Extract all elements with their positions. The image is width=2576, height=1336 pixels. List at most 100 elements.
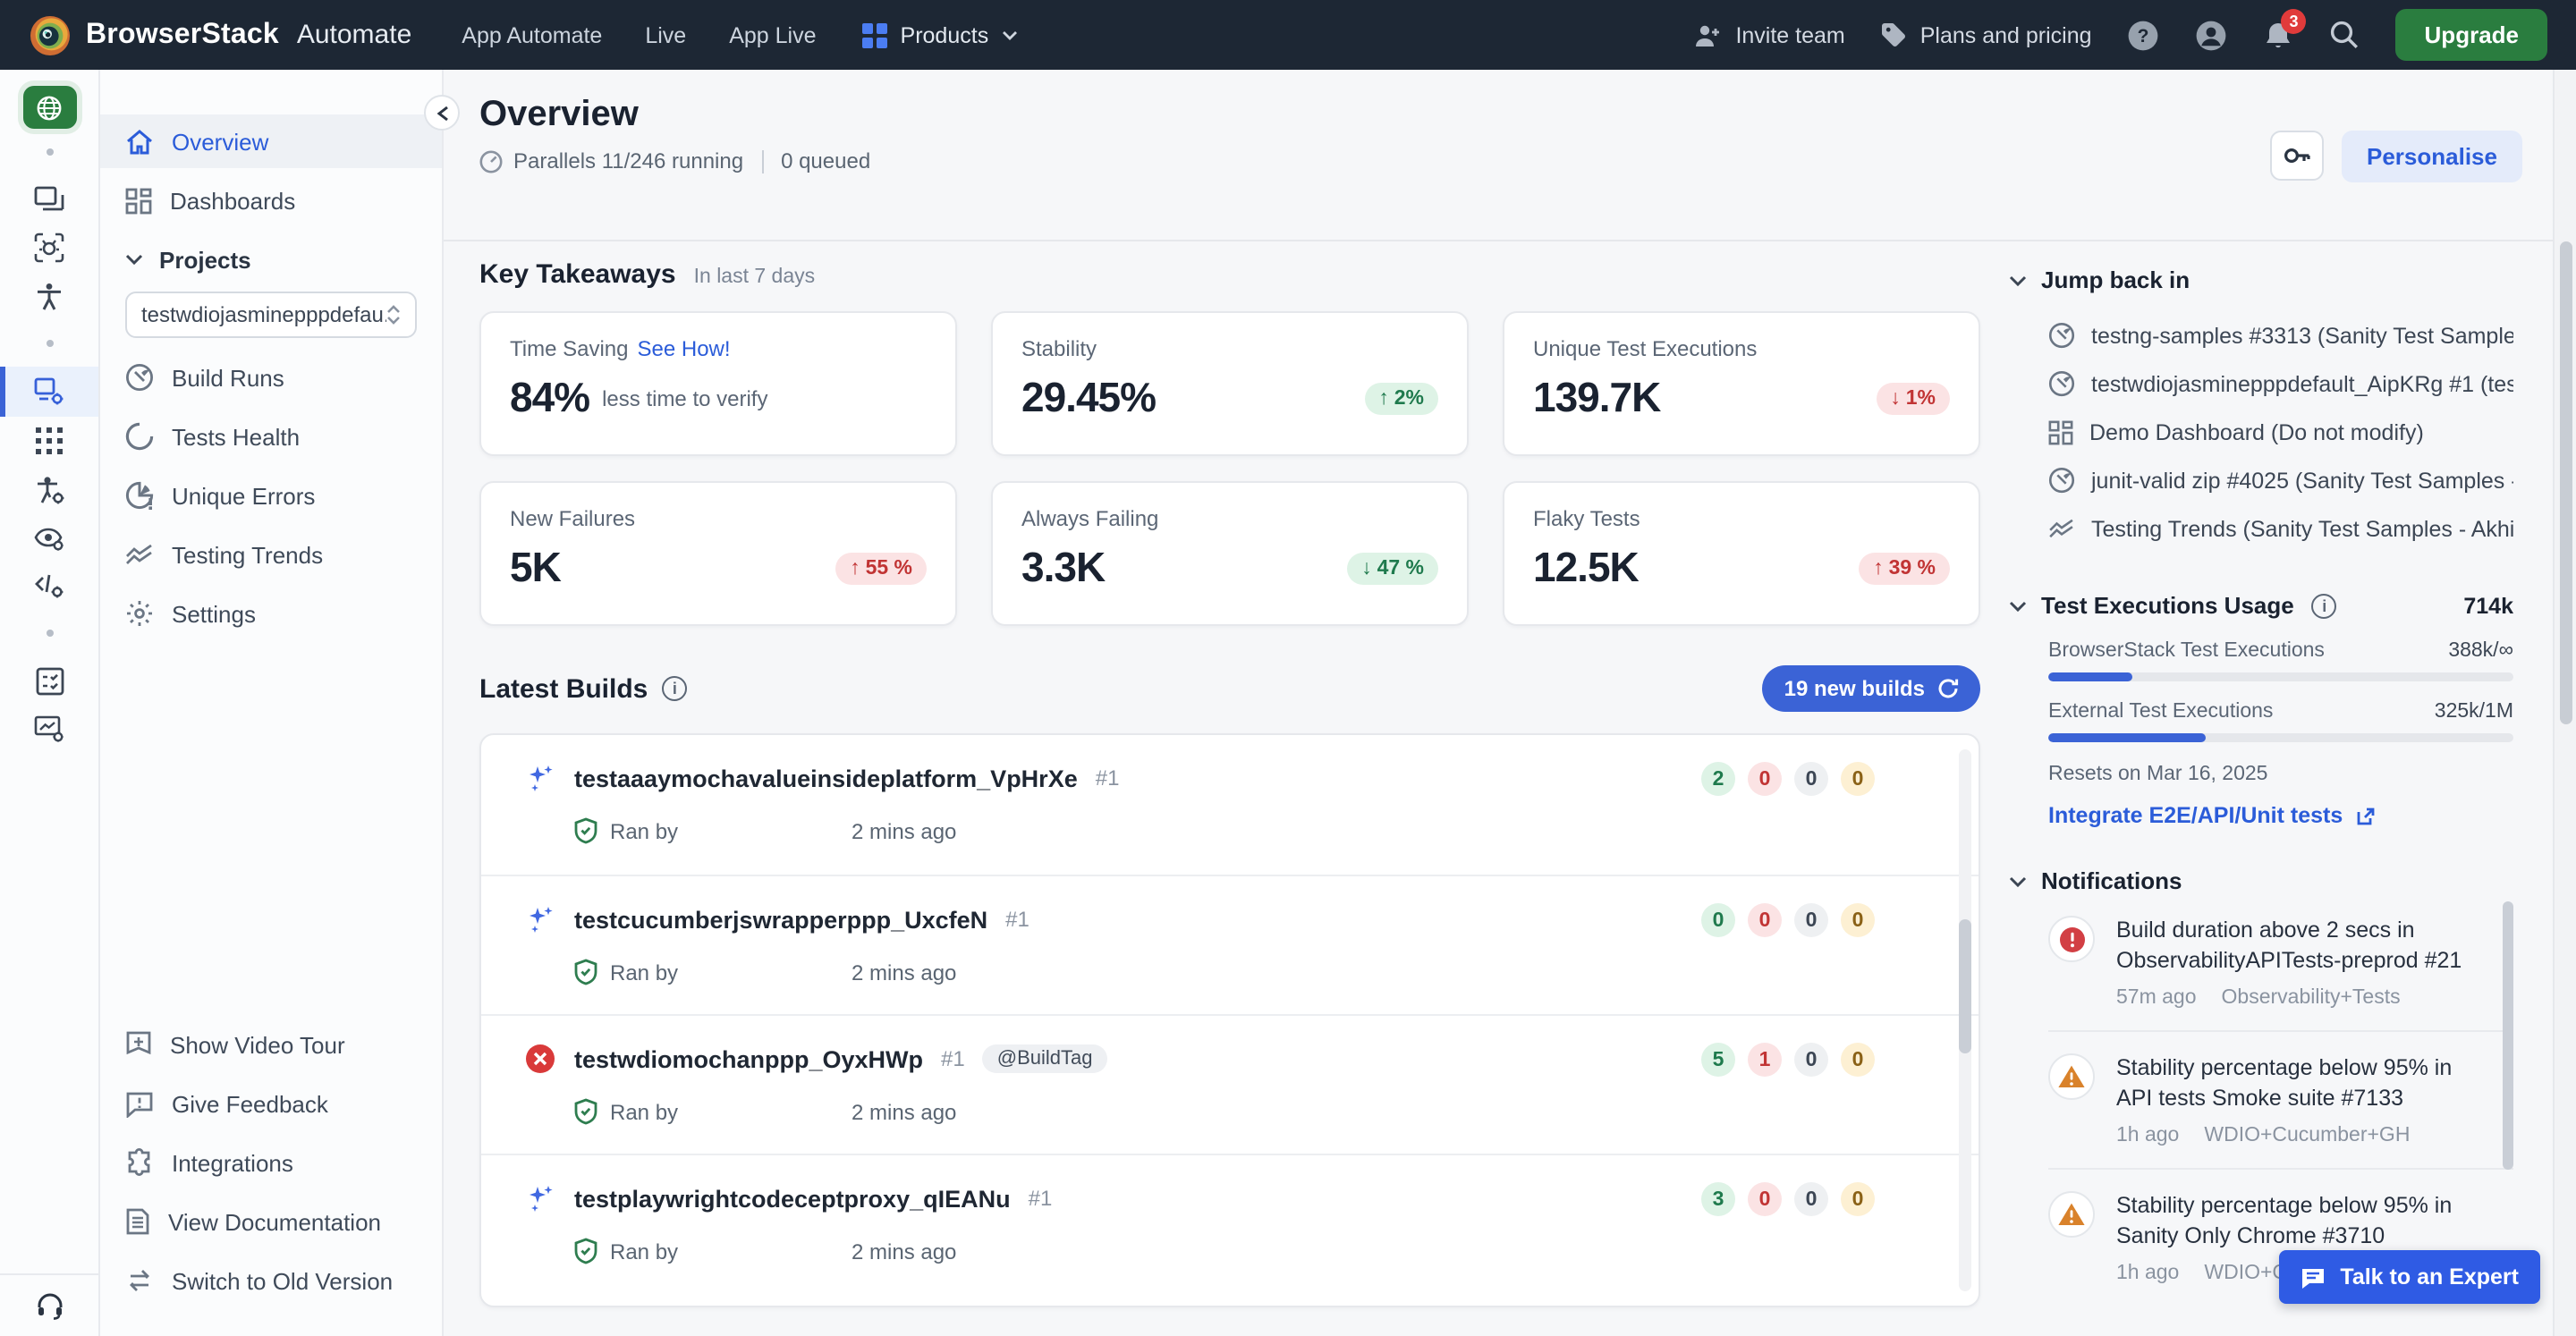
select-chevrons-icon	[386, 304, 401, 326]
notification-title[interactable]: Build duration above 2 secs in Observabi…	[2116, 916, 2488, 977]
notifications-header[interactable]: Notifications	[2009, 867, 2513, 894]
personalise-button[interactable]: Personalise	[2342, 131, 2522, 182]
grid-apps-icon[interactable]	[0, 417, 98, 465]
parallels-text: Parallels 11/246 running	[513, 148, 743, 173]
sidebar-item-show-video-tour[interactable]: Show Video Tour	[100, 1018, 442, 1071]
build-number: #1	[1005, 907, 1030, 932]
globe-icon[interactable]	[22, 86, 76, 129]
rail-separator-dot	[46, 340, 53, 347]
upgrade-button[interactable]: Upgrade	[2396, 9, 2547, 61]
nav-links: App Automate Live App Live	[462, 22, 816, 47]
nav-link-app-live[interactable]: App Live	[729, 22, 816, 47]
plans-pricing-button[interactable]: Plans and pricing	[1881, 21, 2092, 48]
products-menu[interactable]: Products	[863, 22, 1018, 47]
page-scrollbar	[2553, 70, 2576, 1336]
notification-item[interactable]: Build duration above 2 secs in Observabi…	[2048, 894, 2513, 1030]
nav-link-live[interactable]: Live	[645, 22, 686, 47]
info-icon[interactable]: i	[662, 676, 687, 701]
sidebar-item-build-runs[interactable]: Build Runs	[100, 351, 442, 404]
sidebar-item-unique-errors[interactable]: Unique Errors	[100, 469, 442, 522]
eye-settings-icon[interactable]	[0, 513, 98, 562]
notifications-scrollbar	[2503, 901, 2513, 1288]
help-button[interactable]: ?	[2128, 19, 2160, 51]
usage-header[interactable]: Test Executions Usage i 714k	[2009, 592, 2513, 619]
card-value: 12.5K	[1533, 544, 1639, 592]
new-builds-button[interactable]: 19 new builds	[1763, 665, 1980, 712]
arrow-up-icon: ↑	[850, 557, 860, 579]
sidebar-item-give-feedback[interactable]: Give Feedback	[100, 1077, 442, 1130]
usage-title: Test Executions Usage	[2041, 592, 2294, 619]
chevron-down-icon	[1001, 30, 1017, 40]
jump-item[interactable]: junit-valid zip #4025 (Sanity Test Sampl…	[2048, 456, 2513, 504]
jump-item[interactable]: testng-samples #3313 (Sanity Test Sample…	[2048, 311, 2513, 359]
headset-icon[interactable]	[0, 1275, 98, 1336]
device-settings-icon[interactable]	[0, 367, 98, 417]
build-row[interactable]: testwdiomochanppp_OyxHWp #1 @BuildTag 5 …	[481, 1014, 1979, 1154]
checklist-icon[interactable]	[0, 656, 98, 705]
jump-item[interactable]: Demo Dashboard (Do not modify)	[2048, 408, 2513, 456]
build-name[interactable]: testwdiomochanppp_OyxHWp	[574, 1045, 923, 1072]
plans-pricing-label: Plans and pricing	[1920, 22, 2092, 47]
ran-by-label: Ran by	[610, 1099, 678, 1124]
sidebar-item-label: Testing Trends	[172, 541, 323, 568]
build-name[interactable]: testplaywrightcodeceptproxy_qIEANu	[574, 1185, 1011, 1212]
sidebar-item-label: Give Feedback	[172, 1090, 328, 1117]
sidebar-item-overview[interactable]: Overview	[100, 114, 442, 168]
project-selector[interactable]: testwdiojasminepppdefau...	[125, 292, 417, 338]
build-name[interactable]: testaaaymochavalueinsideplatform_VpHrXe	[574, 765, 1078, 791]
usage-row-label: External Test Executions	[2048, 701, 2273, 723]
sidebar-item-label: Switch to Old Version	[172, 1267, 393, 1294]
search-button[interactable]	[2330, 20, 2360, 50]
invite-team-button[interactable]: Invite team	[1694, 22, 1844, 47]
brand[interactable]: BrowserStack Automate	[29, 13, 411, 56]
nav-link-app-automate[interactable]: App Automate	[462, 22, 602, 47]
passed-count: 0	[1701, 903, 1735, 937]
talk-to-expert-button[interactable]: Talk to an Expert	[2279, 1250, 2540, 1304]
bug-scan-icon[interactable]	[0, 224, 98, 272]
account-avatar[interactable]	[2196, 19, 2228, 51]
build-number: #1	[1029, 1186, 1053, 1211]
sidebar-item-settings[interactable]: Settings	[100, 587, 442, 640]
shield-check-icon	[574, 1098, 597, 1125]
sidebar-item-switch-old-version[interactable]: Switch to Old Version	[100, 1254, 442, 1307]
notifications-bell-button[interactable]: 3	[2264, 19, 2294, 51]
card-note: less time to verify	[602, 385, 767, 410]
build-counts: 5 1 0 0	[1701, 1043, 1875, 1077]
delta-badge-down: ↓47 %	[1347, 552, 1438, 584]
accessibility-icon[interactable]	[0, 272, 98, 320]
integrate-tests-link[interactable]: Integrate E2E/API/Unit tests	[2048, 803, 2513, 828]
browser-icon[interactable]	[0, 175, 98, 224]
info-icon[interactable]: i	[2312, 593, 2337, 618]
jump-item[interactable]: testwdiojasminepppdefault_AipKRg #1 (tes…	[2048, 359, 2513, 408]
test-executions-usage: Test Executions Usage i 714k BrowserStac…	[2009, 592, 2513, 828]
notifications-scrollbar-thumb[interactable]	[2503, 901, 2513, 1170]
build-row[interactable]: testplaywrightcodeceptproxy_qIEANu #1 3 …	[481, 1154, 1979, 1293]
card-value: 84%	[510, 374, 589, 422]
see-how-link[interactable]: See How!	[638, 336, 731, 361]
build-icon	[2048, 467, 2075, 494]
chart-settings-icon[interactable]	[0, 705, 98, 753]
testing-trends-icon	[125, 544, 154, 565]
build-name[interactable]: testcucumberjswrapperppp_UxcfeN	[574, 906, 987, 933]
access-key-button[interactable]	[2270, 131, 2324, 181]
sidebar-item-view-documentation[interactable]: View Documentation	[100, 1195, 442, 1248]
notification-title[interactable]: Stability percentage below 95% in Sanity…	[2116, 1191, 2488, 1252]
skipped-count: 0	[1794, 762, 1828, 796]
builds-scrollbar-thumb[interactable]	[1959, 919, 1971, 1053]
jump-back-in-header[interactable]: Jump back in	[2009, 266, 2513, 293]
sidebar-item-integrations[interactable]: Integrations	[100, 1136, 442, 1189]
build-row[interactable]: testcucumberjswrapperppp_UxcfeN #1 0 0 0…	[481, 875, 1979, 1014]
build-row[interactable]: testaaaymochavalueinsideplatform_VpHrXe …	[481, 735, 1979, 875]
sidebar-item-testing-trends[interactable]: Testing Trends	[100, 528, 442, 581]
user-settings-icon[interactable]	[0, 465, 98, 513]
sidebar-section-projects[interactable]: Projects	[100, 233, 442, 286]
sidebar-collapse-button[interactable]	[424, 95, 460, 131]
sidebar-item-tests-health[interactable]: Tests Health	[100, 410, 442, 463]
jump-item[interactable]: Testing Trends (Sanity Test Samples - Ak…	[2048, 504, 2513, 553]
build-number: #1	[941, 1046, 965, 1071]
code-settings-icon[interactable]	[0, 562, 98, 610]
page-scrollbar-thumb[interactable]	[2560, 241, 2572, 724]
notification-title[interactable]: Stability percentage below 95% in API te…	[2116, 1053, 2488, 1114]
notification-item[interactable]: Stability percentage below 95% in API te…	[2048, 1030, 2513, 1168]
sidebar-item-dashboards[interactable]: Dashboards	[100, 173, 442, 227]
